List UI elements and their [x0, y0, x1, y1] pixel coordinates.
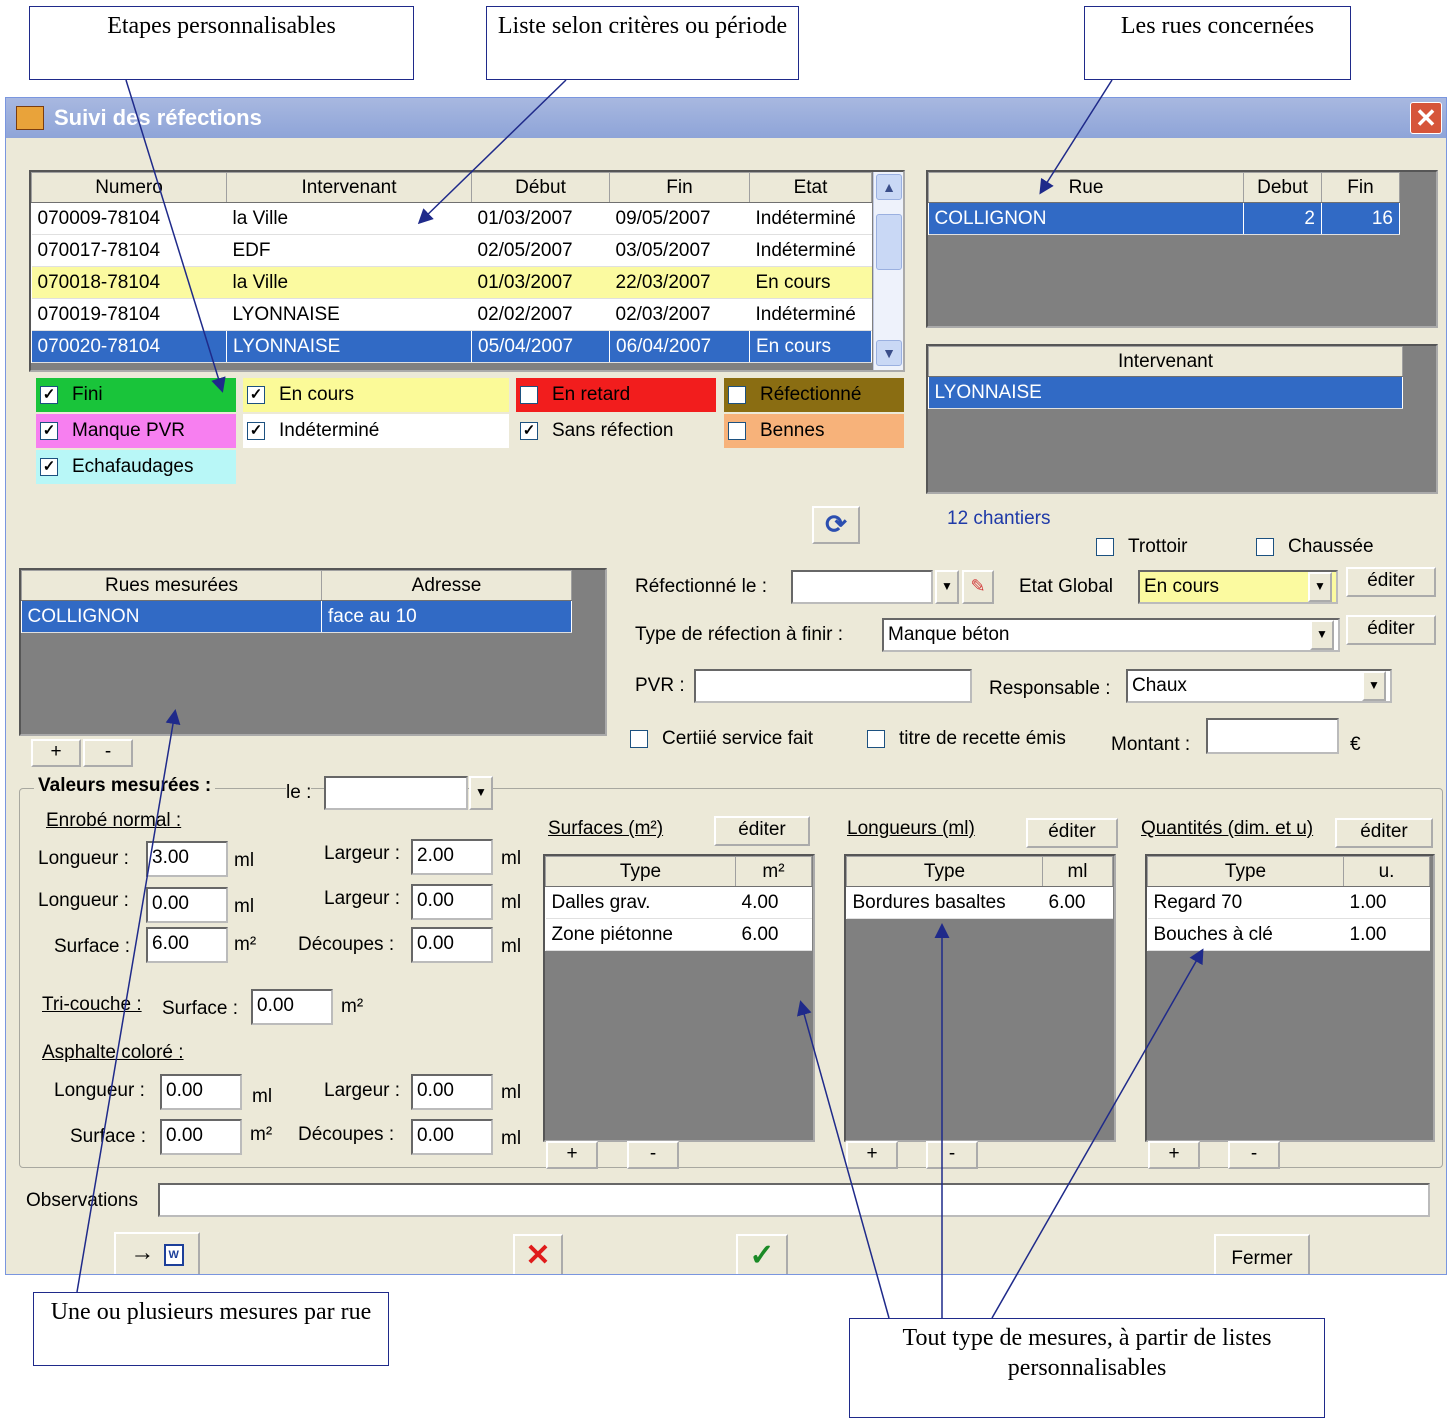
annotation-arrows	[76, 79, 1204, 1319]
arrow-etapes	[125, 79, 226, 393]
arrow-mesures-rue	[76, 709, 181, 1293]
arrow-rues	[1039, 79, 1113, 195]
arrow-quantites	[991, 948, 1204, 1319]
arrow-liste	[417, 79, 567, 225]
arrow-surfaces	[797, 1000, 890, 1319]
